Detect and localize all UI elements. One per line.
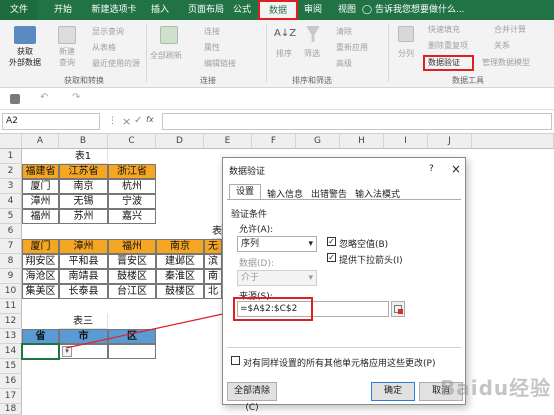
dialog-title: 数据验证 [229,167,266,177]
help-icon[interactable]: ? [429,164,434,174]
data-select-value: 介于 [241,273,260,283]
allow-select[interactable]: 序列 ▾ [237,236,317,252]
annotation-arrow-line [65,311,233,349]
chevron-down-icon: ▾ [308,239,313,249]
criteria-label: 验证条件 [231,210,268,220]
data-select[interactable]: 介于 ▾ [237,270,317,286]
in-cell-dropdown-checkbox[interactable]: ✓ [327,253,336,262]
data-validation-dialog: 数据验证 ? × 设置 输入信息 出错警告 输入法模式 验证条件 允许(A): … [222,157,466,413]
allow-select-value: 序列 [241,239,260,249]
collapse-range-arrow [398,309,403,314]
tab-divider [227,199,461,200]
close-icon[interactable]: × [451,162,461,176]
chevron-down-icon: ▾ [308,273,313,283]
ok-button[interactable]: 确定 [371,382,415,401]
data-label: 数据(D): [239,259,274,269]
apply-all-checkbox[interactable] [231,356,240,365]
ignore-blank-checkbox[interactable]: ✓ [327,237,336,246]
apply-all-label: 对有同样设置的所有其他单元格应用这些更改(P) [243,359,436,369]
clear-all-button[interactable]: 全部清除(C) [227,382,277,413]
allow-label: 允许(A): [239,225,274,235]
ignore-blank-label: 忽略空值(B) [339,240,389,250]
watermark: Baidu经验 [440,376,552,400]
dialog-divider [227,347,461,348]
tab-settings[interactable]: 设置 [229,184,261,200]
source-highlight [233,297,313,321]
in-cell-dropdown-label: 提供下拉箭头(I) [339,256,403,266]
collapse-range-icon[interactable] [391,301,405,317]
